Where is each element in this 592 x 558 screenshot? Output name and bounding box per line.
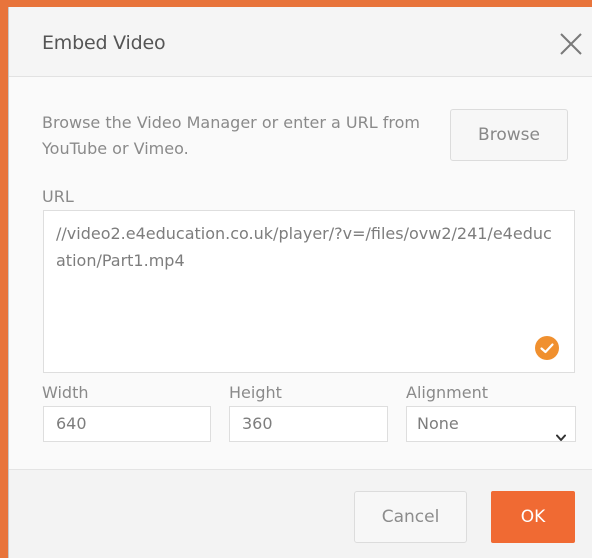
dialog-header: Embed Video [9, 7, 592, 77]
check-circle-icon [535, 336, 559, 360]
close-icon[interactable] [558, 31, 584, 57]
ok-button[interactable]: OK [491, 491, 575, 543]
cancel-button[interactable]: Cancel [354, 491, 467, 543]
height-input[interactable]: 360 [229, 406, 388, 442]
url-value: //video2.e4education.co.uk/player/?v=/fi… [56, 224, 552, 270]
help-text: Browse the Video Manager or enter a URL … [42, 113, 420, 158]
width-label: Width [42, 383, 89, 402]
url-textarea[interactable]: //video2.e4education.co.uk/player/?v=/fi… [43, 210, 575, 373]
background-orange-border-top [0, 0, 592, 7]
embed-video-dialog: Embed Video Browse the Video Manager or … [8, 7, 592, 558]
chevron-down-icon [556, 420, 566, 441]
dialog-title: Embed Video [42, 32, 166, 54]
page-frame: Embed Video Browse the Video Manager or … [0, 0, 592, 558]
alignment-label: Alignment [406, 383, 488, 402]
browse-button[interactable]: Browse [450, 109, 568, 161]
background-orange-border-left [0, 0, 8, 558]
alignment-selected-value: None [417, 414, 459, 433]
alignment-select[interactable]: None [406, 406, 576, 442]
width-input[interactable]: 640 [43, 406, 211, 442]
dialog-body: Browse the Video Manager or enter a URL … [9, 77, 592, 469]
url-label: URL [42, 187, 74, 206]
dialog-footer: Cancel OK [9, 469, 592, 558]
height-label: Height [229, 383, 282, 402]
